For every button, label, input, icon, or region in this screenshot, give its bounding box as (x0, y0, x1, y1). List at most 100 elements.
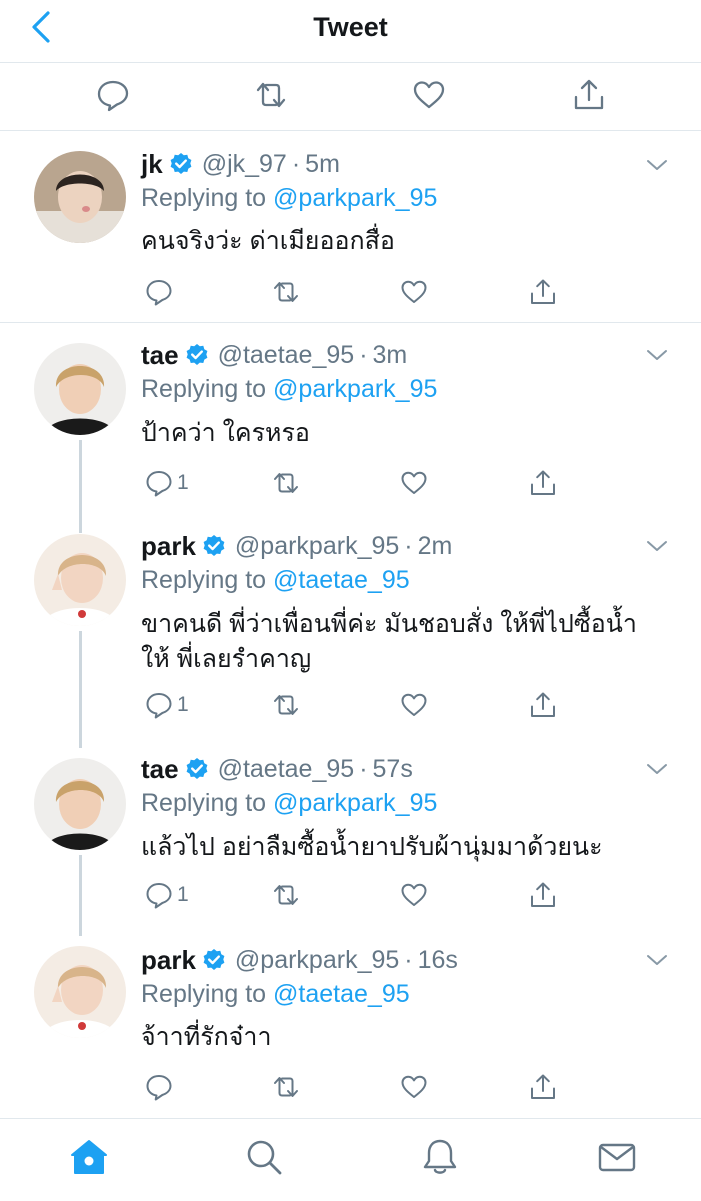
reply-icon (146, 693, 172, 719)
avatar[interactable] (34, 343, 126, 435)
share-button[interactable] (529, 276, 557, 308)
thread-line (79, 631, 82, 748)
tweet-actions (141, 276, 581, 308)
share-button[interactable] (529, 879, 557, 911)
like-button[interactable] (400, 467, 428, 499)
reply-button[interactable] (145, 1071, 177, 1103)
verified-badge-icon (203, 535, 225, 556)
like-icon[interactable] (412, 78, 446, 112)
timestamp: 3m (372, 340, 408, 369)
avatar[interactable] (34, 946, 126, 1038)
share-button[interactable] (529, 1071, 557, 1103)
tweet[interactable]: park @parkpark_95 · 2m Replying to @taet… (0, 513, 701, 748)
replying-to-link[interactable]: @taetae_95 (273, 980, 410, 1008)
chevron-down-icon[interactable] (645, 157, 669, 173)
verified-badge-icon (186, 344, 207, 365)
like-icon (401, 1075, 427, 1098)
tweet[interactable]: tae @taetae_95 · 57s Replying to @parkpa… (0, 748, 701, 936)
reply-icon (146, 471, 172, 497)
handle[interactable]: @parkpark_95 (235, 946, 399, 975)
tweet[interactable]: tae @taetae_95 · 3m Replying to @parkpar… (0, 323, 701, 525)
replying-to-link[interactable]: @taetae_95 (273, 566, 410, 594)
retweet-button[interactable] (272, 879, 300, 911)
avatar[interactable] (34, 758, 126, 850)
like-button[interactable] (400, 1071, 428, 1103)
share-button[interactable] (529, 467, 557, 499)
separator-dot: · (404, 531, 413, 560)
like-button[interactable] (400, 879, 428, 911)
share-icon (531, 279, 555, 304)
reply-button[interactable] (145, 276, 177, 308)
chevron-down-icon[interactable] (645, 952, 669, 968)
like-button[interactable] (400, 276, 428, 308)
replying-to-label: Replying to (141, 375, 267, 403)
timestamp: 2m (417, 531, 453, 560)
reply-icon (146, 883, 172, 909)
verified-badge-icon (203, 949, 225, 970)
thread-line (79, 513, 82, 533)
retweet-icon (274, 885, 298, 905)
handle[interactable]: @taetae_95 (218, 755, 355, 784)
search-icon[interactable] (244, 1137, 284, 1177)
retweet-button[interactable] (272, 467, 300, 499)
like-icon (401, 693, 427, 716)
chevron-down-icon[interactable] (645, 761, 669, 777)
replying-to-label: Replying to (141, 980, 267, 1008)
handle[interactable]: @taetae_95 (218, 341, 355, 370)
verified-badge-icon (186, 758, 207, 779)
reply-count: 1 (177, 471, 189, 494)
reply-icon[interactable] (96, 78, 130, 112)
display-name[interactable]: jk (141, 149, 163, 180)
chevron-down-icon[interactable] (645, 538, 669, 554)
retweet-button[interactable] (272, 276, 300, 308)
replying-to-label: Replying to (141, 184, 267, 212)
tweet[interactable]: park @parkpark_95 · 16s Replying to @tae… (0, 936, 701, 1118)
avatar[interactable] (34, 534, 126, 626)
handle[interactable]: @parkpark_95 (235, 532, 399, 561)
tweet-actions: 1 (141, 879, 581, 911)
share-button[interactable] (529, 689, 557, 721)
reply-count: 1 (177, 693, 189, 716)
retweet-button[interactable] (272, 1071, 300, 1103)
reply-button[interactable]: 1 (145, 689, 189, 721)
separator-dot: · (291, 149, 301, 178)
tweet-text: แล้วไป อย่าลืมซื้อน้ำยาปรับผ้านุ่มมาด้วย… (141, 833, 603, 861)
retweet-button[interactable] (272, 689, 300, 721)
main-tweet-actions (0, 62, 701, 131)
like-button[interactable] (400, 689, 428, 721)
replying-to-link[interactable]: @parkpark_95 (273, 375, 437, 403)
retweet-icon[interactable] (254, 78, 288, 112)
home-icon[interactable] (69, 1137, 109, 1177)
chevron-down-icon[interactable] (645, 347, 669, 363)
replying-to-label: Replying to (141, 566, 267, 594)
tweet[interactable]: jk @jk_97 · 5m Replying to @parkpark_95 … (0, 131, 701, 321)
bottom-tab-bar (0, 1118, 701, 1201)
share-icon[interactable] (572, 78, 606, 112)
notifications-icon[interactable] (420, 1137, 460, 1177)
handle[interactable]: @jk_97 (202, 150, 287, 179)
tweet-text: คนจริงว่ะ ด่าเมียออกสื่อ (141, 227, 395, 255)
display-name[interactable]: park (141, 945, 196, 976)
timestamp: 57s (372, 754, 413, 783)
reply-icon (146, 1075, 172, 1101)
separator-dot: · (359, 754, 368, 783)
replying-to-link[interactable]: @parkpark_95 (273, 184, 437, 212)
display-name[interactable]: park (141, 531, 196, 562)
avatar[interactable] (34, 151, 126, 243)
tweet-text: ป้าคว่า ใครหรอ (141, 419, 310, 447)
reply-button[interactable]: 1 (145, 467, 189, 499)
verified-badge-icon (170, 153, 192, 174)
share-icon (531, 692, 555, 717)
retweet-icon (274, 695, 298, 715)
share-icon (531, 1074, 555, 1099)
reply-button[interactable]: 1 (145, 879, 189, 911)
tweet-header: jk @jk_97 · 5m (141, 148, 340, 180)
tweet-header: park @parkpark_95 · 16s (141, 944, 458, 976)
replying-to-link[interactable]: @parkpark_95 (273, 789, 437, 817)
top-bar: Tweet (0, 0, 701, 63)
display-name[interactable]: tae (141, 340, 179, 371)
like-icon (401, 883, 427, 906)
messages-icon[interactable] (597, 1137, 637, 1177)
display-name[interactable]: tae (141, 754, 179, 785)
tweet-text-line: ขาคนดี พี่ว่าเพื่อนพี่ค่ะ มันชอบสั่ง ให้… (141, 610, 637, 638)
